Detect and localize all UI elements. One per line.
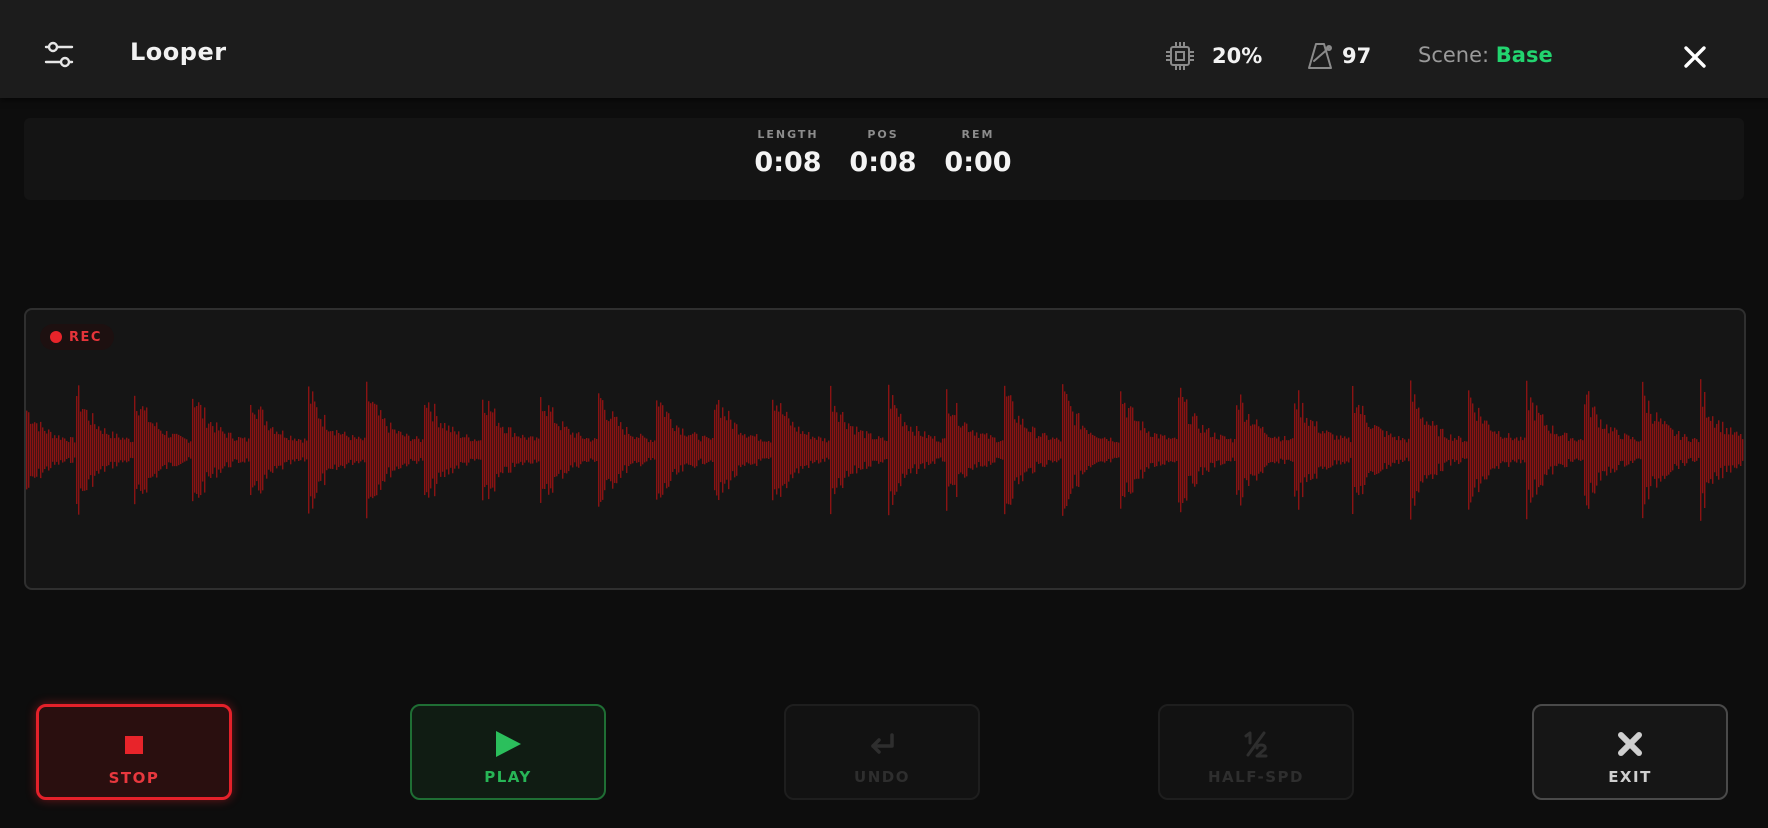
half-speed-label: HALF-SPD <box>1208 768 1304 786</box>
play-icon <box>496 731 521 757</box>
recording-state-label: REC <box>69 329 102 345</box>
waveform-display[interactable]: REC <box>24 308 1746 590</box>
loop-time-panel: LENGTH 0:08 POS 0:08 REM 0:00 <box>24 118 1744 200</box>
pos-label: POS <box>867 128 899 141</box>
undo-label: UNDO <box>854 768 910 786</box>
play-label: PLAY <box>484 768 532 786</box>
exit-x-icon <box>1618 732 1642 756</box>
top-bar: Looper 20% 97 Scene: Base <box>0 0 1768 98</box>
pos-stat: POS 0:08 <box>843 128 923 178</box>
record-dot-icon <box>50 331 62 343</box>
stop-button[interactable]: STOP <box>36 704 232 800</box>
close-icon[interactable] <box>1680 42 1710 72</box>
tempo-bpm[interactable]: 97 <box>1342 44 1371 68</box>
scene-label: Scene: <box>1418 43 1490 67</box>
rem-label: REM <box>961 128 995 141</box>
length-label: LENGTH <box>757 128 819 141</box>
play-button[interactable]: PLAY <box>410 704 606 800</box>
half-fraction-icon <box>1244 731 1268 758</box>
undo-arrow-icon <box>871 733 894 754</box>
stop-label: STOP <box>108 769 160 787</box>
app-title: Looper <box>130 38 227 66</box>
scene-indicator[interactable]: Scene: Base <box>1418 43 1553 67</box>
waveform <box>26 379 1744 521</box>
length-value: 0:08 <box>754 147 822 178</box>
exit-button[interactable]: EXIT <box>1532 704 1728 800</box>
rem-stat: REM 0:00 <box>938 128 1018 178</box>
cpu-usage: 20% <box>1212 44 1263 68</box>
recording-badge: REC <box>40 324 114 350</box>
pos-value: 0:08 <box>849 147 917 178</box>
half-speed-button[interactable]: HALF-SPD <box>1158 704 1354 800</box>
length-stat: LENGTH 0:08 <box>748 128 828 178</box>
settings-sliders-icon[interactable] <box>42 38 76 72</box>
rem-value: 0:00 <box>944 147 1012 178</box>
waveform-bars <box>26 379 1744 521</box>
exit-label: EXIT <box>1608 768 1652 786</box>
undo-button[interactable]: UNDO <box>784 704 980 800</box>
cpu-chip-icon <box>1166 42 1194 70</box>
metronome-icon[interactable] <box>1305 41 1335 71</box>
scene-name[interactable]: Base <box>1496 43 1553 67</box>
stop-icon <box>125 736 143 754</box>
